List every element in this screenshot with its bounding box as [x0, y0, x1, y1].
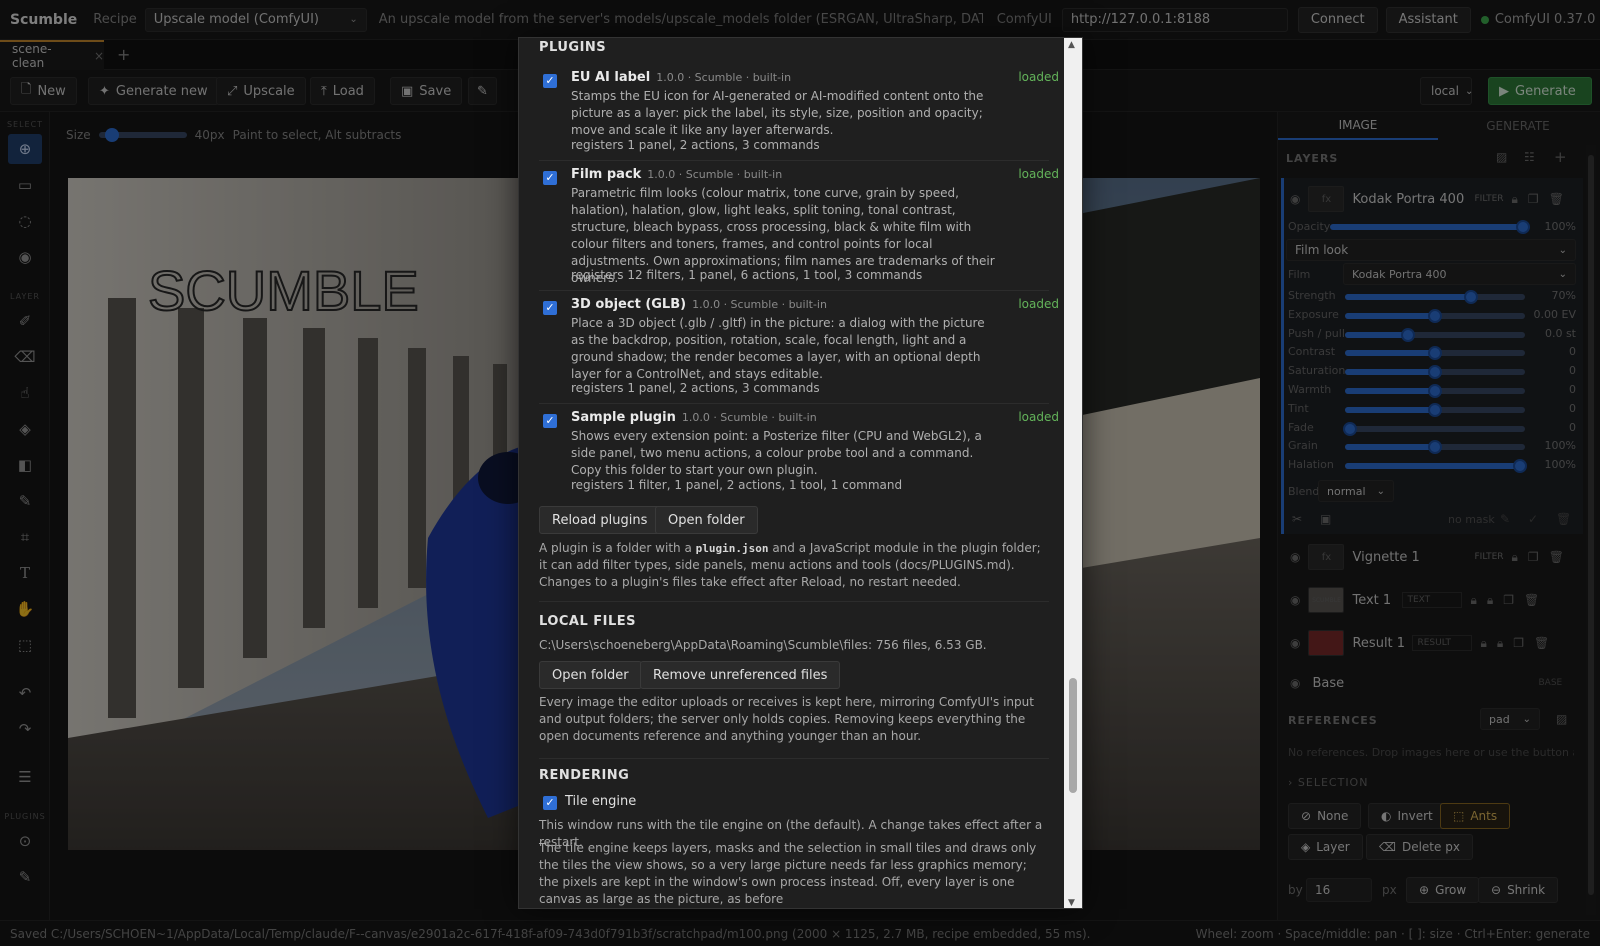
plugin-name: EU AI label — [571, 70, 651, 85]
open-plugin-folder-button[interactable]: Open folder — [655, 506, 758, 534]
plugin-enabled-checkbox[interactable]: ✓ — [543, 414, 557, 428]
plugin-registers: registers 1 panel, 2 actions, 3 commands — [571, 381, 820, 395]
open-files-folder-button[interactable]: Open folder — [539, 661, 642, 689]
plugin-sample: ✓ Sample plugin 1.0.0 · Scumble · built-i… — [539, 410, 1059, 500]
rendering-title: RENDERING — [539, 768, 630, 783]
scroll-up-icon[interactable]: ▲ — [1068, 40, 1075, 50]
divider — [539, 290, 1049, 291]
plugin-name: Film pack — [571, 167, 642, 182]
plugin-enabled-checkbox[interactable]: ✓ — [543, 171, 557, 185]
plugin-enabled-checkbox[interactable]: ✓ — [543, 74, 557, 88]
divider — [539, 758, 1049, 759]
plugin-meta: 1.0.0 · Scumble · built-in — [647, 168, 783, 181]
plugin-name: 3D object (GLB) — [571, 297, 687, 312]
dialog-scrollbar[interactable]: ▲ ▼ — [1064, 38, 1082, 908]
plugin-description: Stamps the EU icon for AI-generated or A… — [571, 89, 984, 137]
plugin-name: Sample plugin — [571, 410, 676, 425]
plugin-registers: registers 1 filter, 1 panel, 2 actions, … — [571, 478, 903, 492]
plugin-registers: registers 12 filters, 1 panel, 6 actions… — [571, 268, 923, 282]
plugin-status: loaded — [1018, 167, 1059, 181]
reload-plugins-button[interactable]: Reload plugins — [539, 506, 661, 534]
settings-dialog: PLUGINS ✓ EU AI label 1.0.0 · Scumble · b… — [518, 37, 1083, 909]
plugin-json-code: plugin.json — [695, 542, 769, 555]
tile-engine-help: The tile engine keeps layers, masks and … — [539, 841, 1037, 906]
scroll-down-icon[interactable]: ▼ — [1068, 898, 1075, 908]
local-files-title: LOCAL FILES — [539, 614, 637, 629]
plugin-help-pre: A plugin is a folder with a — [539, 541, 692, 555]
tile-engine-checkbox[interactable]: ✓ — [543, 796, 557, 810]
plugin-3d-object: ✓ 3D object (GLB) 1.0.0 · Scumble · built… — [539, 297, 1059, 397]
divider — [539, 403, 1049, 404]
plugin-film-pack: ✓ Film pack 1.0.0 · Scumble · built-in lo… — [539, 167, 1059, 287]
divider — [539, 160, 1049, 161]
plugin-help-text: A plugin is a folder with a plugin.json … — [539, 540, 1049, 591]
local-files-help: Every image the editor uploads or receiv… — [539, 695, 1034, 743]
plugin-meta: 1.0.0 · Scumble · built-in — [656, 71, 792, 84]
plugin-eu-ai-label: ✓ EU AI label 1.0.0 · Scumble · built-in … — [539, 70, 1059, 152]
plugin-description: Place a 3D object (.glb / .gltf) in the … — [571, 316, 985, 381]
remove-unreferenced-files-button[interactable]: Remove unreferenced files — [640, 661, 841, 689]
plugin-meta: 1.0.0 · Scumble · built-in — [692, 298, 827, 311]
tile-engine-label: Tile engine — [565, 794, 637, 809]
plugin-status: loaded — [1018, 410, 1059, 424]
local-files-path: C:\Users\schoeneberg\AppData\Roaming\Scu… — [539, 638, 987, 652]
plugin-meta: 1.0.0 · Scumble · built-in — [681, 411, 817, 424]
plugin-enabled-checkbox[interactable]: ✓ — [543, 301, 557, 315]
plugin-status: loaded — [1018, 297, 1059, 311]
divider — [539, 601, 1049, 602]
plugins-title: PLUGINS — [539, 40, 607, 55]
plugin-description: Shows every extension point: a Posterize… — [571, 429, 982, 477]
dialog-scroll-thumb[interactable] — [1069, 678, 1077, 793]
plugin-registers: registers 1 panel, 2 actions, 3 commands — [571, 138, 820, 152]
plugin-status: loaded — [1018, 70, 1059, 84]
